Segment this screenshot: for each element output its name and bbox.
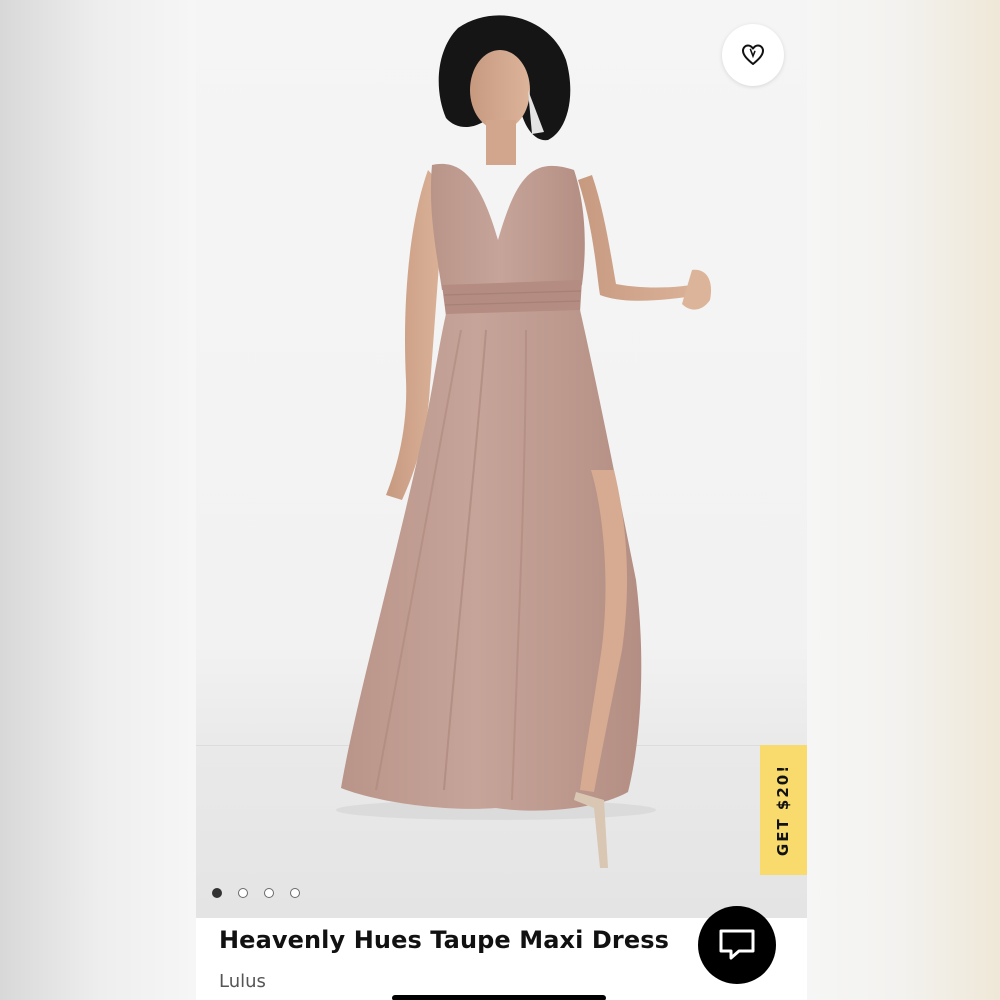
heart-icon (742, 44, 764, 65)
wishlist-button[interactable] (722, 24, 784, 86)
chat-button[interactable] (698, 906, 776, 984)
promo-tab[interactable]: GET $20! (760, 745, 807, 875)
pager-dot[interactable] (264, 888, 274, 898)
product-title: Heavenly Hues Taupe Maxi Dress (219, 926, 669, 954)
home-indicator (392, 995, 606, 1000)
image-pager (212, 888, 300, 898)
product-screen: GET $20! Heavenly Hues Taupe Maxi Dress … (196, 0, 807, 1000)
pager-dot[interactable] (212, 888, 222, 898)
product-image[interactable]: GET $20! (196, 0, 807, 918)
promo-tab-label: GET $20! (774, 763, 793, 857)
model-in-dress-illustration (336, 15, 712, 868)
pager-dot[interactable] (238, 888, 248, 898)
product-brand[interactable]: Lulus (219, 971, 266, 992)
chat-bubble-icon (719, 929, 755, 960)
pager-dot[interactable] (290, 888, 300, 898)
